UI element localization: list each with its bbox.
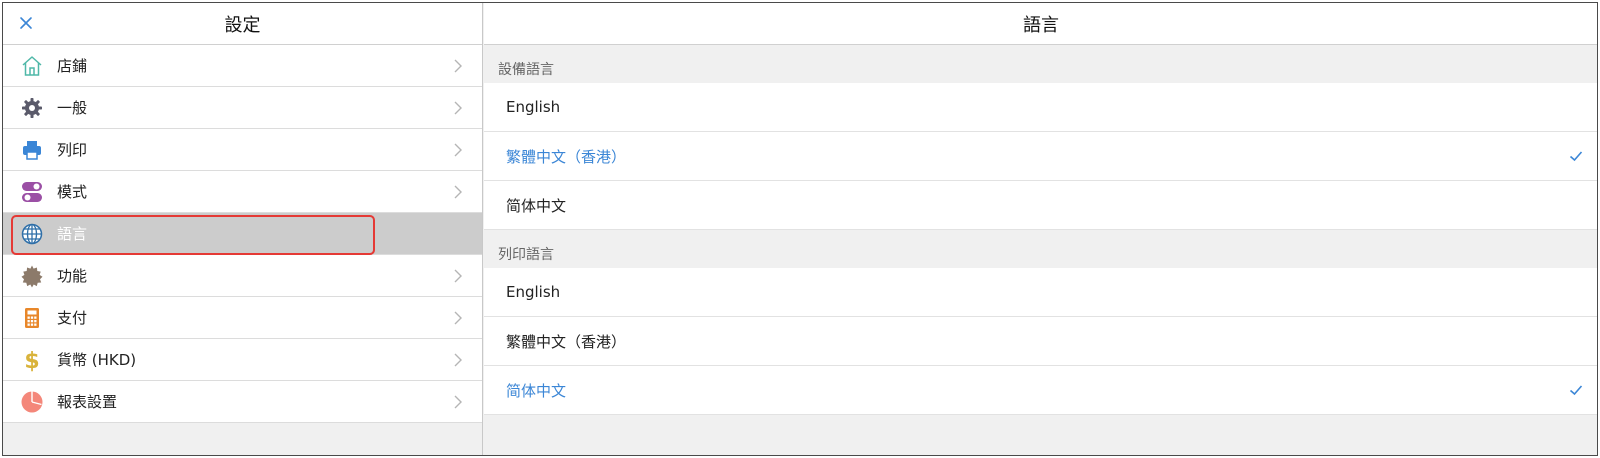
sidebar-header: 設定 (3, 3, 482, 45)
settings-window: 設定 店鋪 一般 列印 模式 語言 功能 支付 $ 貨幣 (HKD) 報表設置 … (2, 2, 1598, 456)
device-language-option-traditional-chinese[interactable]: 繁體中文（香港） (484, 132, 1597, 181)
print-language-option-simplified-chinese[interactable]: 简体中文 (484, 366, 1597, 415)
sidebar-item-store[interactable]: 店鋪 (3, 45, 482, 87)
printer-icon (19, 137, 45, 163)
svg-text:$: $ (24, 349, 39, 372)
chevron-right-icon (454, 395, 462, 409)
sidebar-item-label: 貨幣 (HKD) (57, 351, 137, 369)
print-language-section-label: 列印語言 (498, 247, 554, 263)
print-language-list: English 繁體中文（香港） 简体中文 (484, 268, 1597, 415)
print-language-option-english[interactable]: English (484, 268, 1597, 317)
globe-icon (19, 221, 45, 247)
sidebar-item-general[interactable]: 一般 (3, 87, 482, 129)
settings-menu: 店鋪 一般 列印 模式 語言 功能 支付 $ 貨幣 (HKD) 報表設置 (3, 45, 482, 423)
checkmark-icon (1569, 151, 1583, 162)
sidebar-item-label: 店鋪 (57, 57, 88, 75)
sidebar-item-label: 列印 (57, 141, 88, 159)
sidebar-item-label: 模式 (57, 183, 88, 201)
chevron-right-icon (454, 143, 462, 157)
toggle-icon (19, 179, 45, 205)
chevron-right-icon (454, 101, 462, 115)
chevron-right-icon (454, 185, 462, 199)
sidebar-item-label: 報表設置 (57, 393, 118, 411)
option-label: 简体中文 (506, 196, 567, 215)
device-language-option-simplified-chinese[interactable]: 简体中文 (484, 181, 1597, 230)
sidebar-item-features[interactable]: 功能 (3, 255, 482, 297)
language-panel: 語言 設備語言 English 繁體中文（香港） 简体中文 列印語言 Engli… (484, 3, 1597, 455)
checkmark-icon (1569, 385, 1583, 396)
pie-chart-icon (19, 389, 45, 415)
sidebar-item-label: 功能 (57, 267, 88, 285)
sidebar-item-label: 語言 (57, 225, 88, 243)
option-label: 简体中文 (506, 381, 567, 400)
sidebar-item-language[interactable]: 語言 (3, 213, 482, 255)
chevron-right-icon (454, 269, 462, 283)
device-language-section-label: 設備語言 (498, 62, 554, 78)
sidebar-item-payment[interactable]: 支付 (3, 297, 482, 339)
print-language-option-traditional-chinese[interactable]: 繁體中文（香港） (484, 317, 1597, 366)
calculator-icon (19, 305, 45, 331)
option-label: English (506, 283, 561, 301)
sidebar-item-label: 支付 (57, 309, 88, 327)
option-label: 繁體中文（香港） (506, 147, 627, 166)
sidebar-item-print[interactable]: 列印 (3, 129, 482, 171)
panel-title: 語言 (1023, 14, 1059, 36)
option-label: 繁體中文（香港） (506, 332, 627, 351)
chevron-right-icon (454, 353, 462, 367)
gear-icon (19, 95, 45, 121)
home-icon (19, 53, 45, 79)
sidebar-title: 設定 (224, 14, 261, 36)
settings-sidebar: 設定 店鋪 一般 列印 模式 語言 功能 支付 $ 貨幣 (HKD) 報表設置 (3, 3, 483, 455)
option-label: English (506, 98, 561, 116)
language-header: 語言 (484, 3, 1597, 45)
chevron-right-icon (454, 59, 462, 73)
badge-icon (19, 263, 45, 289)
sidebar-item-report-settings[interactable]: 報表設置 (3, 381, 482, 423)
close-icon (20, 17, 32, 29)
chevron-right-icon (454, 311, 462, 325)
close-button[interactable] (15, 12, 37, 34)
dollar-icon: $ (19, 347, 45, 373)
sidebar-item-currency[interactable]: $ 貨幣 (HKD) (3, 339, 482, 381)
device-language-list: English 繁體中文（香港） 简体中文 (484, 83, 1597, 230)
device-language-option-english[interactable]: English (484, 83, 1597, 132)
sidebar-item-label: 一般 (57, 99, 88, 117)
sidebar-item-mode[interactable]: 模式 (3, 171, 482, 213)
